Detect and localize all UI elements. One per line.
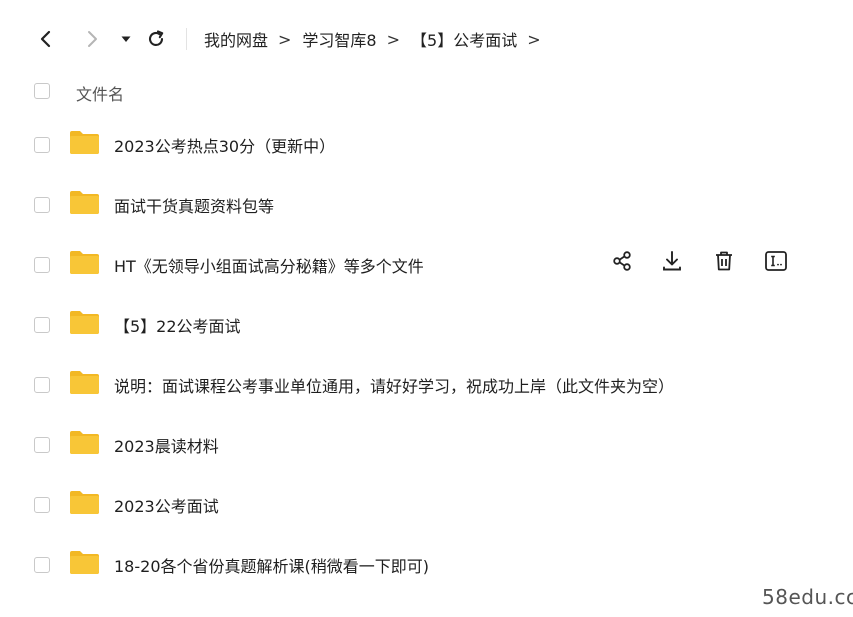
forward-button[interactable]	[80, 27, 104, 51]
breadcrumb-item-current[interactable]: 【5】公考面试	[411, 27, 517, 51]
file-row[interactable]: 2023公考面试	[0, 475, 853, 535]
row-checkbox[interactable]	[34, 497, 50, 513]
file-name[interactable]: 【5】22公考面试	[114, 313, 241, 337]
share-icon	[611, 250, 633, 272]
delete-button[interactable]	[710, 247, 738, 275]
select-all-checkbox[interactable]	[34, 83, 50, 99]
rename-icon	[764, 250, 788, 272]
breadcrumb-separator: >	[278, 29, 292, 49]
column-header-filename: 文件名	[76, 85, 125, 104]
chevron-left-icon	[40, 30, 51, 48]
download-button[interactable]	[658, 247, 686, 275]
caret-down-icon	[121, 36, 131, 42]
toolbar-divider	[186, 28, 187, 50]
folder-icon	[69, 549, 100, 575]
breadcrumb: 我的网盘 > 学习智库8 > 【5】公考面试 >	[204, 16, 552, 62]
folder-icon	[69, 369, 100, 395]
file-row[interactable]: 2023晨读材料	[0, 415, 853, 475]
file-row[interactable]: 说明：面试课程公考事业单位通用，请好好学习，祝成功上岸（此文件夹为空）	[0, 355, 853, 415]
refresh-icon	[149, 30, 164, 46]
folder-icon	[69, 489, 100, 515]
file-row[interactable]: 【5】22公考面试	[0, 295, 853, 355]
file-name[interactable]: 2023晨读材料	[114, 433, 219, 457]
download-icon	[661, 250, 683, 272]
rename-button[interactable]	[762, 247, 790, 275]
file-name[interactable]: 说明：面试课程公考事业单位通用，请好好学习，祝成功上岸（此文件夹为空）	[114, 373, 674, 397]
row-checkbox[interactable]	[34, 197, 50, 213]
row-checkbox[interactable]	[34, 377, 50, 393]
breadcrumb-item-library[interactable]: 学习智库8	[302, 27, 376, 51]
file-row[interactable]: HT《无领导小组面试高分秘籍》等多个文件	[0, 235, 853, 295]
folder-icon	[69, 429, 100, 455]
toolbar: 我的网盘 > 学习智库8 > 【5】公考面试 >	[0, 16, 853, 62]
file-row[interactable]: 面试干货真题资料包等	[0, 175, 853, 235]
file-name[interactable]: HT《无领导小组面试高分秘籍》等多个文件	[114, 253, 424, 277]
file-row[interactable]: 18-20各个省份真题解析课(稍微看一下即可)	[0, 535, 853, 595]
breadcrumb-separator: >	[386, 29, 401, 49]
file-name[interactable]: 2023公考热点30分（更新中）	[114, 133, 335, 157]
file-name[interactable]: 面试干货真题资料包等	[114, 193, 274, 217]
row-checkbox[interactable]	[34, 317, 50, 333]
watermark: 58edu.cc	[762, 585, 853, 609]
share-button[interactable]	[608, 247, 636, 275]
row-checkbox[interactable]	[34, 137, 50, 153]
file-row[interactable]: 2023公考热点30分（更新中）	[0, 115, 853, 175]
folder-icon	[69, 129, 100, 155]
file-list-header: 文件名	[0, 70, 853, 114]
history-dropdown-button[interactable]	[117, 29, 135, 49]
folder-icon	[69, 189, 100, 215]
refresh-button[interactable]	[144, 27, 168, 51]
file-name[interactable]: 2023公考面试	[114, 493, 219, 517]
breadcrumb-separator: >	[527, 29, 541, 49]
chevron-right-icon	[88, 31, 97, 47]
row-checkbox[interactable]	[34, 257, 50, 273]
file-name[interactable]: 18-20各个省份真题解析课(稍微看一下即可)	[114, 553, 429, 577]
back-button[interactable]	[34, 27, 58, 51]
row-checkbox[interactable]	[34, 557, 50, 573]
breadcrumb-item-root[interactable]: 我的网盘	[204, 27, 268, 51]
folder-icon	[69, 249, 100, 275]
row-checkbox[interactable]	[34, 437, 50, 453]
folder-icon	[69, 309, 100, 335]
delete-icon	[713, 250, 735, 272]
